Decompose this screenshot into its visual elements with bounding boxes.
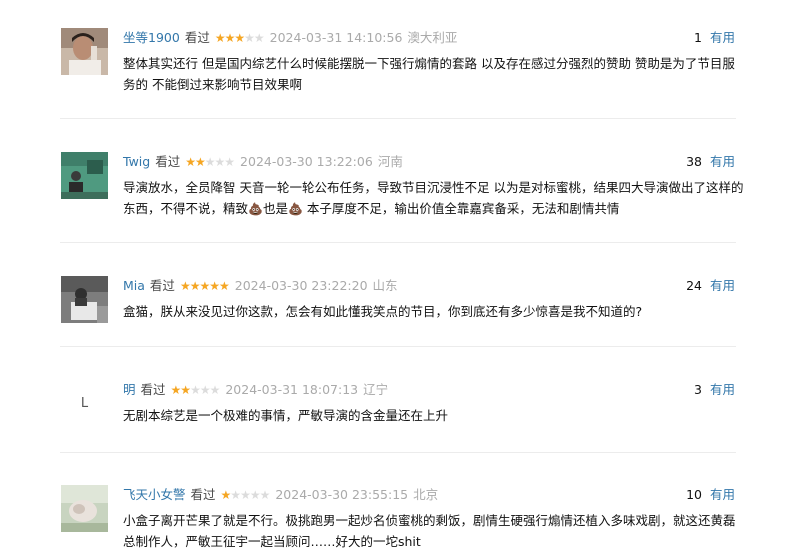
rating-stars: ★★★★★ (179, 276, 230, 296)
vote-count: 1 (694, 30, 702, 45)
divider (60, 452, 736, 453)
star-empty-icon: ★ (199, 383, 211, 397)
star-empty-icon: ★ (249, 488, 261, 502)
avatar[interactable]: L (61, 380, 108, 427)
vote-count: 3 (694, 382, 702, 397)
comment-text: 整体其实还行 但是国内综艺什么时候能摆脱一下强行煽情的套路 以及存在感过分强烈的… (123, 56, 735, 92)
comment-meta: Mia 看过 ★★★★★ 2024-03-30 23:22:20 山东 (123, 276, 398, 296)
star-empty-icon: ★ (209, 383, 221, 397)
star-empty-icon: ★ (224, 155, 235, 169)
star-filled-icon: ★ (224, 31, 236, 45)
username-link[interactable]: Twig (123, 152, 150, 172)
rating-stars: ★★★★★ (214, 28, 265, 48)
star-filled-icon: ★ (219, 279, 230, 293)
star-filled-icon: ★ (214, 31, 226, 45)
star-filled-icon: ★ (189, 279, 201, 293)
rating-stars: ★★★★★ (220, 485, 271, 505)
avatar[interactable] (61, 276, 108, 323)
comment-list: 坐等1900 看过 ★★★★★ 2024-03-31 14:10:56 澳大利亚… (0, 0, 808, 551)
star-empty-icon: ★ (214, 155, 226, 169)
star-filled-icon: ★ (179, 279, 191, 293)
username-link[interactable]: 明 (123, 380, 136, 400)
divider (60, 346, 736, 347)
avatar-photo-reading (61, 276, 108, 323)
comment-meta: 坐等1900 看过 ★★★★★ 2024-03-31 14:10:56 澳大利亚 (123, 28, 457, 48)
vote-count: 38 (686, 154, 702, 169)
avatar-photo-green (61, 152, 108, 199)
poop-icon: 💩 (287, 202, 303, 216)
avatar[interactable] (61, 152, 108, 199)
star-empty-icon: ★ (244, 31, 255, 45)
watched-label: 看过 (184, 30, 210, 45)
star-empty-icon: ★ (253, 31, 265, 45)
comment-meta: 飞天小女警 看过 ★★★★★ 2024-03-30 23:55:15 北京 (123, 485, 438, 505)
watched-label: 看过 (155, 154, 181, 169)
helpful-button[interactable]: 有用 (710, 30, 735, 45)
comment-time: 2024-03-31 18:07:13 (225, 382, 359, 397)
rating-stars: ★★★★★ (170, 380, 221, 400)
comment-time: 2024-03-30 13:22:06 (240, 154, 373, 169)
comment-text: 导演放水，全员降智 天音一轮一轮公布任务，导致节目沉浸性不足 以为是对标蜜桃，结… (123, 177, 745, 220)
star-filled-icon: ★ (199, 279, 210, 293)
helpful-button[interactable]: 有用 (710, 487, 735, 502)
vote-area: 10 有用 (686, 485, 735, 505)
helpful-button[interactable]: 有用 (710, 278, 735, 293)
comment-meta: 明 看过 ★★★★★ 2024-03-31 18:07:13 辽宁 (123, 380, 388, 400)
avatar-photo-pastel (61, 485, 108, 532)
comment-location: 北京 (413, 487, 439, 502)
helpful-button[interactable]: 有用 (710, 154, 735, 169)
comment-text: 小盒子离开芒果了就是不行。极挑跑男一起炒名侦蜜桃的剩饭，剧情生硬强行煽情还植入多… (123, 513, 736, 549)
vote-area: 1 有用 (694, 28, 735, 48)
username-link[interactable]: Mia (123, 276, 145, 296)
star-empty-icon: ★ (190, 383, 201, 397)
rating-stars: ★★★★★ (185, 152, 235, 172)
comment-text-part: 也是 (262, 201, 288, 216)
vote-count: 10 (686, 487, 702, 502)
comment-location: 山东 (372, 278, 398, 293)
vote-area: 24 有用 (686, 276, 735, 296)
star-empty-icon: ★ (204, 155, 216, 169)
vote-area: 38 有用 (686, 152, 735, 172)
comment-time: 2024-03-31 14:10:56 (269, 30, 403, 45)
star-filled-icon: ★ (234, 31, 245, 45)
watched-label: 看过 (140, 382, 166, 397)
star-empty-icon: ★ (259, 488, 271, 502)
watched-label: 看过 (149, 278, 175, 293)
star-empty-icon: ★ (240, 488, 251, 502)
divider (60, 242, 736, 243)
comment-location: 辽宁 (363, 382, 389, 397)
watched-label: 看过 (190, 487, 216, 502)
comment-text: 无剧本综艺是一个极难的事情，严敏导演的含金量还在上升 (123, 408, 449, 423)
avatar[interactable] (61, 28, 108, 75)
star-filled-icon: ★ (194, 155, 206, 169)
star-filled-icon: ★ (220, 488, 232, 502)
comment-time: 2024-03-30 23:55:15 (275, 487, 409, 502)
star-filled-icon: ★ (185, 155, 196, 169)
star-filled-icon: ★ (170, 383, 182, 397)
avatar-photo-man (61, 28, 108, 75)
comment-time: 2024-03-30 23:22:20 (234, 278, 368, 293)
username-link[interactable]: 飞天小女警 (123, 485, 186, 505)
avatar[interactable] (61, 485, 108, 532)
poop-icon: 💩 (248, 202, 263, 216)
vote-count: 24 (686, 278, 702, 293)
comment-location: 澳大利亚 (407, 30, 458, 45)
divider (60, 118, 736, 119)
comment-text-part: 本子厚度不足，输出价值全靠嘉宾备采，无法和剧情共情 (302, 201, 620, 216)
helpful-button[interactable]: 有用 (710, 382, 735, 397)
comment-location: 河南 (377, 154, 403, 169)
star-filled-icon: ★ (209, 279, 220, 293)
vote-area: 3 有用 (694, 380, 735, 400)
comment-meta: Twig 看过 ★★★★★ 2024-03-30 13:22:06 河南 (123, 152, 403, 172)
star-filled-icon: ★ (180, 383, 191, 397)
star-empty-icon: ★ (230, 488, 241, 502)
username-link[interactable]: 坐等1900 (123, 28, 180, 48)
comment-text: 盒猫，朕从来没见过你这款，怎会有如此懂我笑点的节目，你到底还有多少惊喜是我不知道… (123, 304, 643, 319)
